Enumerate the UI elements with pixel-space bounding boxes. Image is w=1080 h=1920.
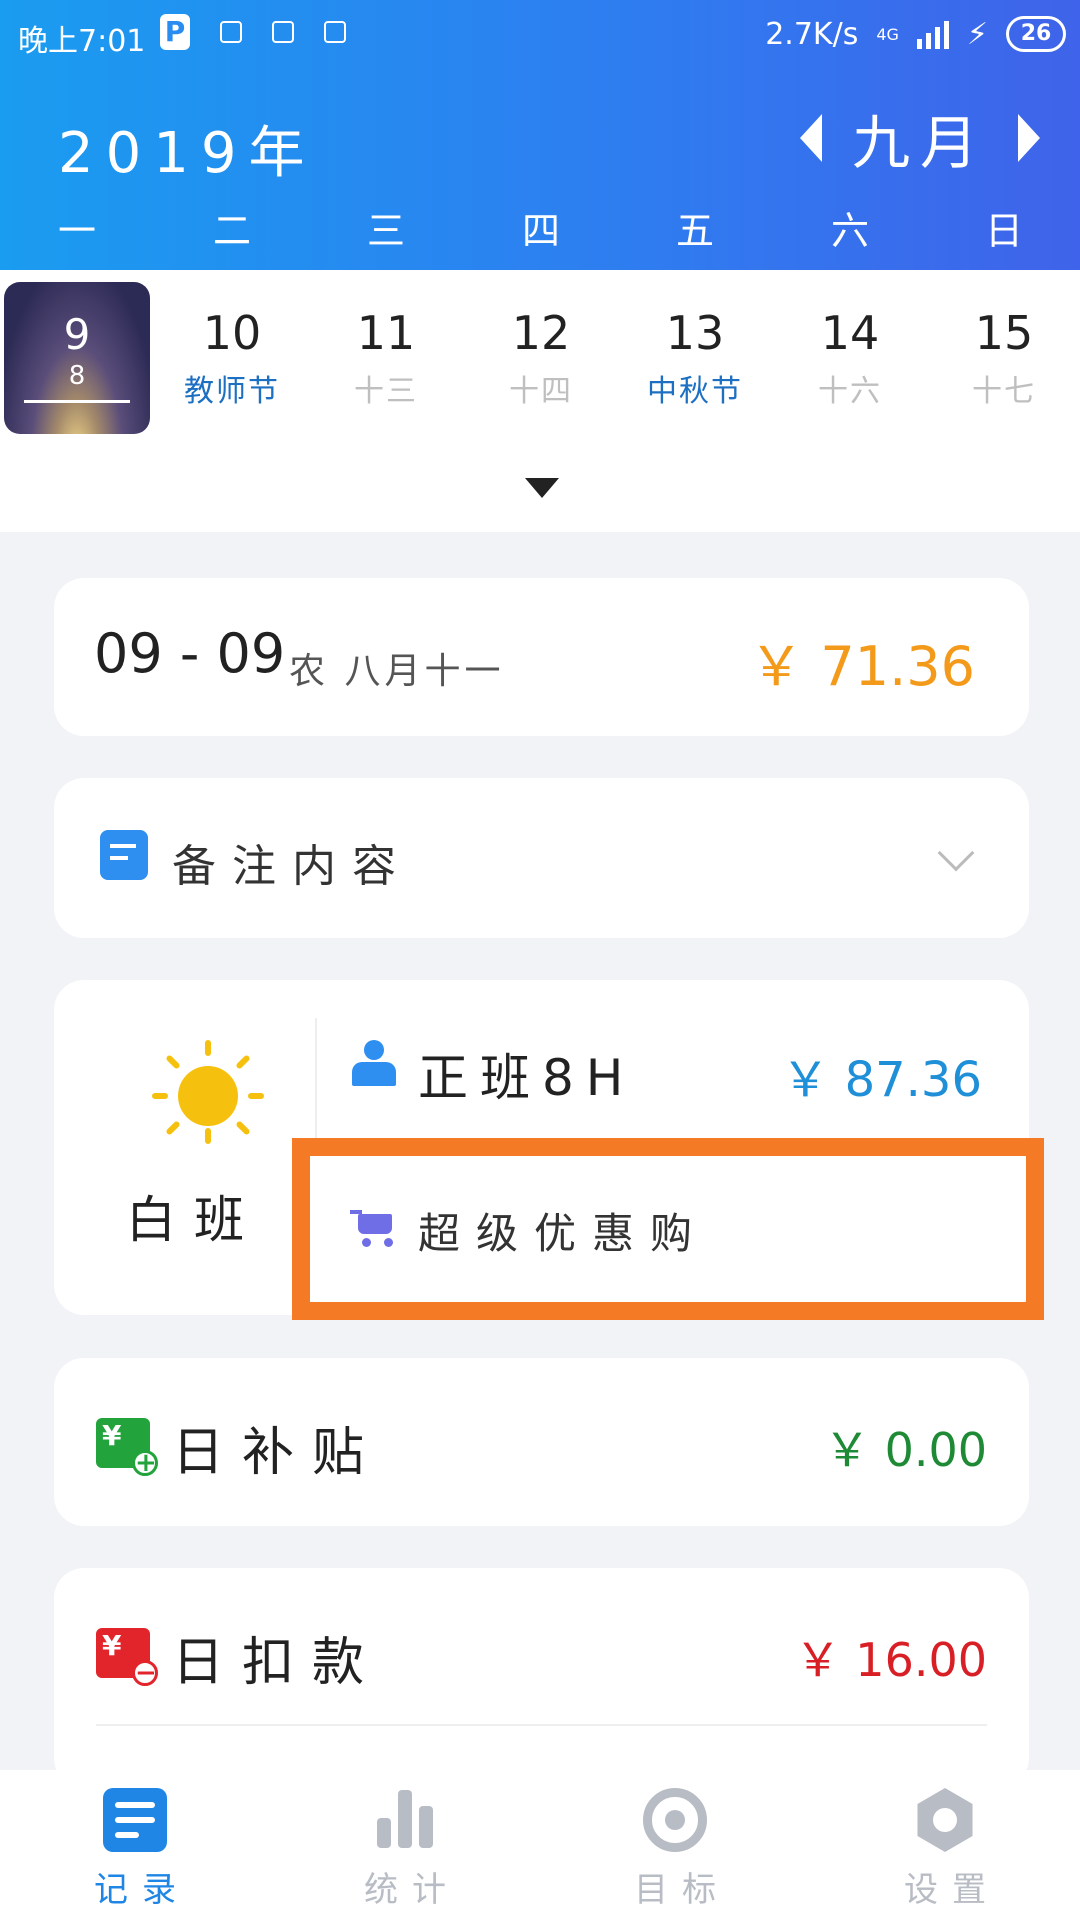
next-month-icon[interactable] xyxy=(1017,114,1040,162)
status-bar: 晚上7:01 P 2.7K/s 4G ⚡ 26 xyxy=(0,0,1080,70)
tab-settings[interactable]: 设置 xyxy=(845,1788,1045,1911)
bar-chart-icon xyxy=(373,1788,437,1852)
tab-label: 统计 xyxy=(364,1870,460,1910)
day-cell[interactable]: 13 中秋节 xyxy=(620,306,770,410)
shift-divider xyxy=(315,1018,317,1138)
bottom-tab-bar: 记录 统计 目标 设置 xyxy=(0,1770,1080,1920)
day-number: 10 xyxy=(202,306,262,360)
daily-summary-card: 09 - 09 农 八月十一 ￥ 71.36 xyxy=(54,578,1029,736)
day-lunar: 十六 xyxy=(818,374,882,409)
day-cell[interactable]: 14 十六 xyxy=(775,306,925,410)
month-label[interactable]: 九月 xyxy=(852,96,988,180)
sun-ray xyxy=(248,1093,264,1099)
tab-statistics[interactable]: 统计 xyxy=(305,1788,505,1911)
list-icon xyxy=(103,1788,167,1852)
shift-amount: ￥ 87.36 xyxy=(781,1052,982,1108)
weekday-label: 五 xyxy=(675,209,714,253)
battery-icon: 26 xyxy=(1006,16,1066,52)
month-switcher: 九月 xyxy=(800,98,1040,178)
weekday-label: 四 xyxy=(521,209,560,253)
app-notification-icon xyxy=(324,21,346,43)
note-card[interactable]: 备注内容 xyxy=(54,778,1029,938)
promo-label[interactable]: 超级优惠购 xyxy=(418,1200,708,1261)
selected-day[interactable]: 9 8 xyxy=(4,282,150,434)
deduction-card[interactable]: ¥ − 日扣款 ￥ 16.00 xyxy=(54,1568,1029,1788)
day-lunar: 十三 xyxy=(354,374,418,409)
chevron-down-icon[interactable] xyxy=(937,834,975,872)
status-right: 2.7K/s 4G ⚡ 26 xyxy=(765,16,1066,52)
subsidy-label: 日补贴 xyxy=(172,1423,383,1483)
year-label: 2019年 xyxy=(58,121,317,186)
weekday-label: 三 xyxy=(366,209,405,253)
deduction-icon: ¥ − xyxy=(96,1628,158,1686)
day-number: 15 xyxy=(974,306,1034,360)
selected-day-underline xyxy=(24,400,130,403)
week-date-strip: 9 8 10 教师节 11 十三 12 十四 13 中秋节 14 十六 15 十… xyxy=(0,270,1080,532)
tab-label: 目标 xyxy=(634,1870,730,1910)
tab-label: 设置 xyxy=(904,1870,1000,1910)
deduction-amount: ￥ 16.00 xyxy=(794,1633,987,1687)
day-lunar: 十七 xyxy=(972,374,1036,409)
sun-ray xyxy=(152,1093,168,1099)
sun-ray xyxy=(205,1040,211,1056)
shift-name[interactable]: 白班 xyxy=(126,1180,262,1252)
selected-day-number: 9 xyxy=(63,310,91,359)
shopping-cart-icon xyxy=(350,1208,398,1248)
subsidy-icon: ¥ + xyxy=(96,1418,158,1476)
tab-label: 记录 xyxy=(94,1870,190,1910)
day-lunar: 中秋节 xyxy=(647,374,743,409)
gear-icon xyxy=(917,1788,973,1852)
calendar-header: 晚上7:01 P 2.7K/s 4G ⚡ 26 2019年 九月 一 二 三 四… xyxy=(0,0,1080,270)
previous-month-icon[interactable] xyxy=(800,114,822,162)
subsidy-card[interactable]: ¥ + 日补贴 ￥ 0.00 xyxy=(54,1358,1029,1526)
app-notification-icon xyxy=(220,21,242,43)
weekday-label: 二 xyxy=(212,209,251,253)
lunar-date: 农 八月十一 xyxy=(289,651,505,692)
parking-app-icon: P xyxy=(160,14,190,50)
weekday-label: 六 xyxy=(830,209,869,253)
tab-record[interactable]: 记录 xyxy=(35,1788,235,1911)
day-number: 11 xyxy=(356,306,416,360)
day-cell[interactable]: 11 十三 xyxy=(311,306,461,410)
divider xyxy=(96,1724,987,1726)
day-cell[interactable]: 10 教师节 xyxy=(157,306,307,410)
edit-note-icon xyxy=(100,830,148,880)
tab-goal[interactable]: 目标 xyxy=(575,1788,775,1911)
day-number: 14 xyxy=(820,306,880,360)
worker-icon xyxy=(352,1040,396,1088)
day-lunar: 十四 xyxy=(509,374,573,409)
notification-icons: P xyxy=(160,14,346,50)
day-cell[interactable]: 15 十七 xyxy=(929,306,1079,410)
day-number: 13 xyxy=(665,306,725,360)
subsidy-amount: ￥ 0.00 xyxy=(823,1423,987,1477)
daily-total-amount: ￥ 71.36 xyxy=(749,635,975,698)
app-notification-icon xyxy=(272,21,294,43)
selected-day-sub: 8 xyxy=(68,361,86,391)
record-date: 09 - 09 xyxy=(94,622,286,685)
sun-ray xyxy=(205,1128,211,1144)
target-icon xyxy=(643,1788,707,1852)
weekday-row: 一 二 三 四 五 六 日 xyxy=(0,200,1080,260)
day-number: 12 xyxy=(511,306,571,360)
day-cell[interactable]: 12 十四 xyxy=(466,306,616,410)
weekday-label: 一 xyxy=(57,209,96,253)
note-label: 备注内容 xyxy=(172,841,412,892)
day-lunar: 教师节 xyxy=(184,374,280,409)
charging-icon: ⚡ xyxy=(966,16,988,52)
expand-calendar-icon[interactable] xyxy=(525,478,559,498)
network-type: 4G xyxy=(876,24,899,44)
signal-icon xyxy=(916,19,949,49)
sun-icon xyxy=(178,1066,238,1126)
shift-type[interactable]: 正班8H xyxy=(418,1038,635,1110)
status-time: 晚上7:01 xyxy=(18,24,146,59)
weekday-label: 日 xyxy=(984,209,1023,253)
network-speed: 2.7K/s xyxy=(765,16,859,52)
deduction-label: 日扣款 xyxy=(172,1633,383,1693)
